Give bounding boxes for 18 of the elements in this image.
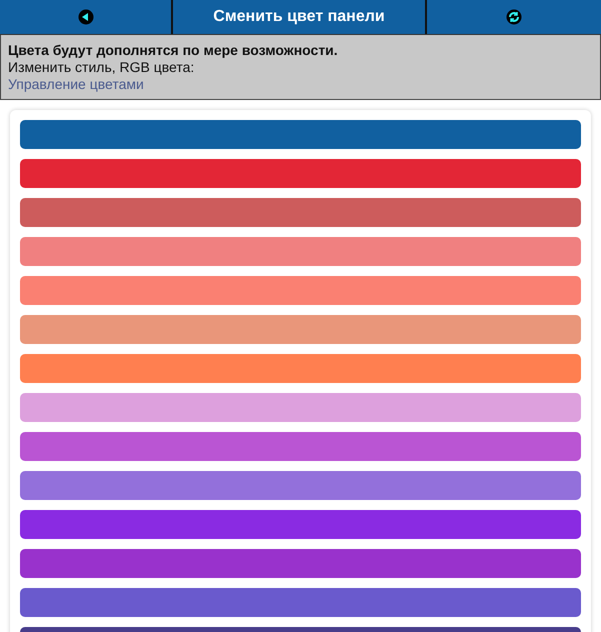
color-swatch[interactable] bbox=[20, 276, 581, 305]
color-swatch[interactable] bbox=[20, 159, 581, 188]
color-swatch[interactable] bbox=[20, 120, 581, 149]
refresh-icon bbox=[506, 9, 522, 25]
color-swatch[interactable] bbox=[20, 198, 581, 227]
color-management-link[interactable]: Управление цветами bbox=[8, 76, 144, 92]
color-swatch[interactable] bbox=[20, 510, 581, 539]
color-swatch[interactable] bbox=[20, 549, 581, 578]
color-swatch[interactable] bbox=[20, 393, 581, 422]
color-swatch[interactable] bbox=[20, 315, 581, 344]
info-heading: Цвета будут дополнятся по мере возможности. bbox=[8, 42, 339, 59]
color-swatch[interactable] bbox=[20, 471, 581, 500]
color-swatch[interactable] bbox=[20, 354, 581, 383]
color-swatch[interactable] bbox=[20, 432, 581, 461]
info-text: Изменить стиль, RGB цвета: bbox=[8, 59, 196, 76]
color-swatch[interactable] bbox=[20, 237, 581, 266]
color-swatch[interactable] bbox=[20, 588, 581, 617]
panel-title: Сменить цвет панели bbox=[213, 8, 385, 26]
